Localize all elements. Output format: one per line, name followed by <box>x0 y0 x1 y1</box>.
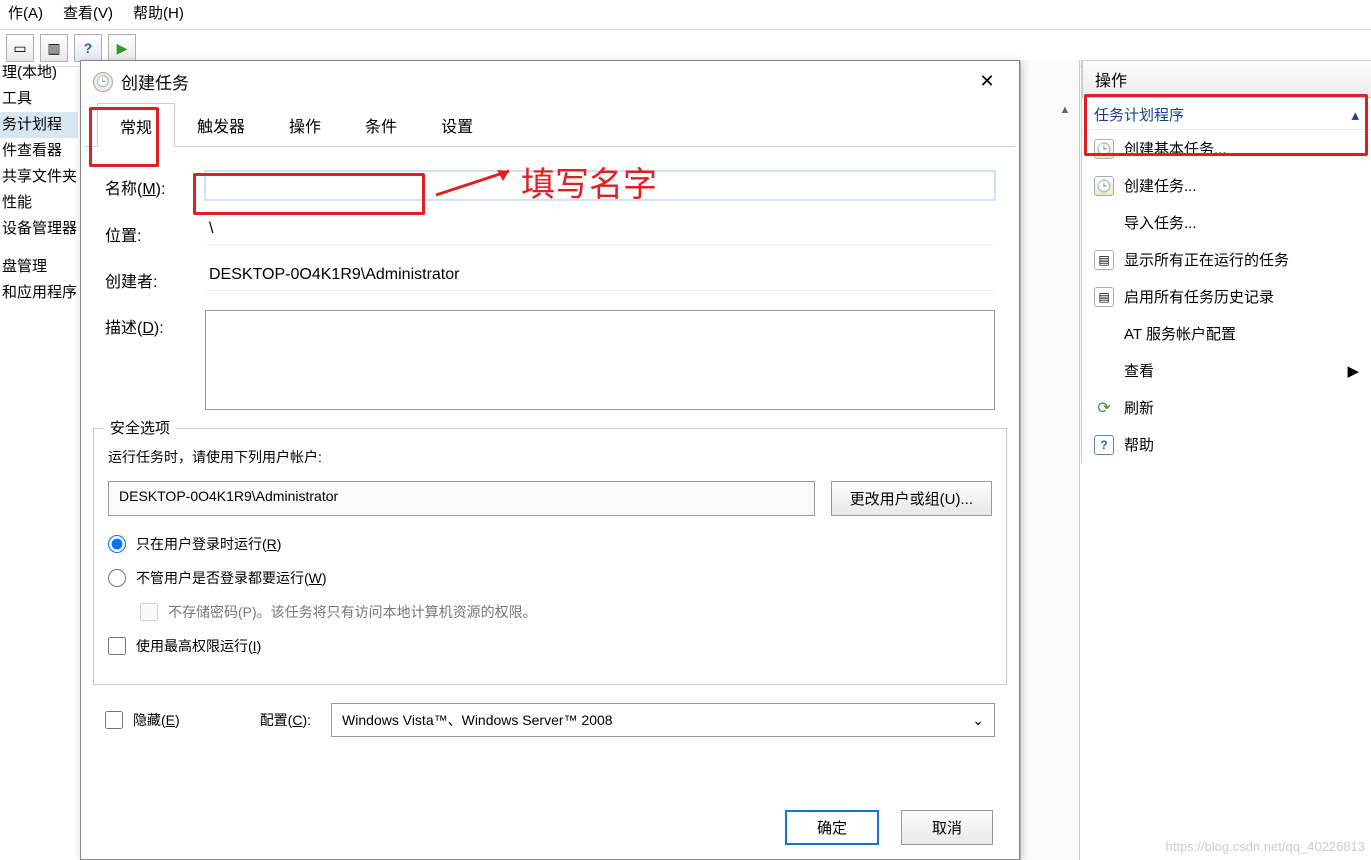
toolbar-help-icon[interactable]: ? <box>74 34 102 62</box>
actions-pane: 操作 任务计划程序 ▴ 🕒 创建基本任务... 🕒 创建任务... 导入任务..… <box>1081 60 1371 463</box>
menu-action[interactable]: 作(A) <box>4 0 47 25</box>
change-user-button[interactable]: 更改用户或组(U)... <box>831 481 992 516</box>
actions-section-header[interactable]: 任务计划程序 ▴ <box>1082 98 1371 130</box>
radio-logged-on-input[interactable] <box>108 535 126 553</box>
ok-button[interactable]: 确定 <box>785 810 879 845</box>
tab-conditions[interactable]: 条件 <box>343 103 419 147</box>
watermark: https://blog.csdn.net/qq_40226813 <box>1166 839 1366 854</box>
toolbar-media-icon[interactable]: ▶ <box>108 34 136 62</box>
create-task-dialog: 🕒 创建任务 ✕ 常规 触发器 操作 条件 设置 名称(M): 位置: \ 创建… <box>80 60 1020 860</box>
security-options-group: 安全选项 运行任务时，请使用下列用户帐户: DESKTOP-0O4K1R9\Ad… <box>93 428 1007 685</box>
location-value: \ <box>205 218 995 245</box>
config-select[interactable]: Windows Vista™、Windows Server™ 2008 ⌄ <box>331 703 995 737</box>
config-label: 配置(C): <box>260 710 311 730</box>
tree-disk-mgmt[interactable]: 盘管理 <box>0 254 78 280</box>
note-icon: ▤ <box>1094 287 1114 307</box>
nav-tree: 理(本地) 工具 务计划程 件查看器 共享文件夹 性能 设备管理器 盘管理 和应… <box>0 60 78 306</box>
radio-any-user[interactable]: 不管用户是否登录都要运行(W) <box>108 568 992 588</box>
cancel-button[interactable]: 取消 <box>901 810 993 845</box>
check-hidden[interactable]: 隐藏(E) <box>105 710 180 730</box>
action-import-task[interactable]: 导入任务... <box>1082 204 1371 241</box>
tree-shared-folders[interactable]: 共享文件夹 <box>0 164 78 190</box>
author-value: DESKTOP-0O4K1R9\Administrator <box>205 264 995 291</box>
sheet-icon: ▤ <box>1094 250 1114 270</box>
radio-any-user-input[interactable] <box>108 569 126 587</box>
tree-tools[interactable]: 工具 <box>0 86 78 112</box>
dialog-clock-icon: 🕒 <box>93 72 113 92</box>
action-view[interactable]: 查看 ▶ <box>1082 352 1371 389</box>
check-highest-privileges[interactable]: 使用最高权限运行(I) <box>108 636 992 656</box>
security-info: 运行任务时，请使用下列用户帐户: <box>108 447 992 467</box>
check-highest-privileges-input[interactable] <box>108 637 126 655</box>
action-help[interactable]: ? 帮助 <box>1082 426 1371 463</box>
user-account-box: DESKTOP-0O4K1R9\Administrator <box>108 481 815 516</box>
check-no-store-password-input <box>140 603 158 621</box>
submenu-arrow-icon: ▶ <box>1347 362 1359 380</box>
help-icon: ? <box>1094 435 1114 455</box>
action-create-task[interactable]: 🕒 创建任务... <box>1082 167 1371 204</box>
tree-task-scheduler[interactable]: 务计划程 <box>0 112 78 138</box>
check-hidden-input[interactable] <box>105 711 123 729</box>
name-input[interactable] <box>205 171 995 200</box>
tree-device-manager[interactable]: 设备管理器 <box>0 216 78 242</box>
scroll-up-icon[interactable]: ▲ <box>1055 104 1075 124</box>
config-value: Windows Vista™、Windows Server™ 2008 <box>342 710 613 730</box>
check-no-store-password: 不存储密码(P)。该任务将只有访问本地计算机资源的权限。 <box>140 602 992 622</box>
menu-help[interactable]: 帮助(H) <box>129 0 188 25</box>
collapse-icon: ▴ <box>1351 106 1359 124</box>
actions-pane-title: 操作 <box>1082 60 1371 98</box>
clock-icon: 🕒 <box>1094 176 1114 196</box>
content-scroll-area: ▲ <box>1020 60 1080 860</box>
security-legend: 安全选项 <box>104 417 176 438</box>
tree-services-apps[interactable]: 和应用程序 <box>0 280 78 306</box>
tab-settings[interactable]: 设置 <box>419 103 495 147</box>
description-input[interactable] <box>205 310 995 410</box>
author-label: 创建者: <box>105 264 205 292</box>
menu-bar: 作(A) 查看(V) 帮助(H) <box>0 0 1371 29</box>
tab-triggers[interactable]: 触发器 <box>175 103 267 147</box>
name-label: 名称(M): <box>105 171 205 199</box>
tab-actions[interactable]: 操作 <box>267 103 343 147</box>
action-create-basic-task[interactable]: 🕒 创建基本任务... <box>1082 130 1371 167</box>
description-label: 描述(D): <box>105 310 205 338</box>
chevron-down-icon: ⌄ <box>972 712 984 729</box>
close-button[interactable]: ✕ <box>967 71 1007 92</box>
action-show-running[interactable]: ▤ 显示所有正在运行的任务 <box>1082 241 1371 278</box>
action-at-service[interactable]: AT 服务帐户配置 <box>1082 315 1371 352</box>
tab-general[interactable]: 常规 <box>97 103 175 147</box>
menu-view[interactable]: 查看(V) <box>59 0 117 25</box>
tree-root[interactable]: 理(本地) <box>0 60 78 86</box>
refresh-icon: ⟳ <box>1094 398 1114 418</box>
dialog-title: 创建任务 <box>121 69 967 94</box>
tree-event-viewer[interactable]: 件查看器 <box>0 138 78 164</box>
dialog-tabs: 常规 触发器 操作 条件 设置 <box>85 102 1015 147</box>
tree-performance[interactable]: 性能 <box>0 190 78 216</box>
action-refresh[interactable]: ⟳ 刷新 <box>1082 389 1371 426</box>
radio-logged-on[interactable]: 只在用户登录时运行(R) <box>108 534 992 554</box>
toolbar-button-1[interactable]: ▭ <box>6 34 34 62</box>
clock-wizard-icon: 🕒 <box>1094 139 1114 159</box>
toolbar-button-2[interactable]: ▥ <box>40 34 68 62</box>
action-enable-history[interactable]: ▤ 启用所有任务历史记录 <box>1082 278 1371 315</box>
location-label: 位置: <box>105 218 205 246</box>
